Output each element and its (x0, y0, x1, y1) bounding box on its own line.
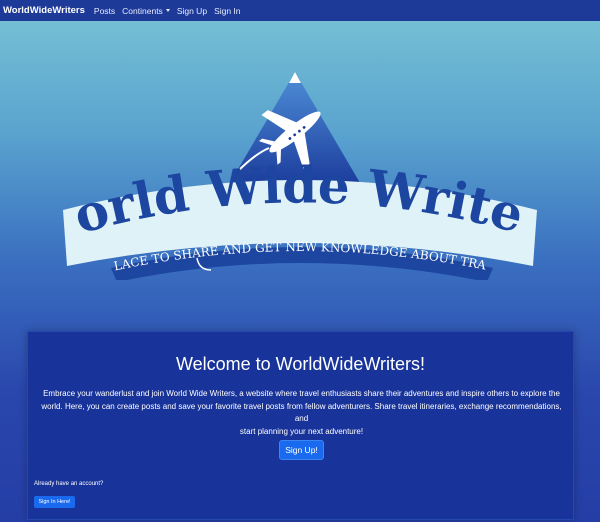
description-line: Embrace your wanderlust and join World W… (43, 389, 560, 398)
brand-link[interactable]: WorldWideWriters (3, 5, 85, 16)
world-wide-writers-logo: World Wide Writers A PLACE TO SHARE AND … (55, 70, 537, 280)
sign-up-button[interactable]: Sign Up! (279, 440, 324, 460)
description-line: start planning your next adventure! (239, 426, 364, 436)
nav-link-sign-in[interactable]: Sign In (214, 6, 240, 16)
caret-down-icon (165, 9, 170, 12)
nav-link-posts[interactable]: Posts (94, 6, 115, 16)
nav-link-sign-up[interactable]: Sign Up (177, 6, 207, 16)
welcome-heading: Welcome to WorldWideWriters! (175, 354, 426, 374)
top-navbar: WorldWideWriters Posts Continents Sign U… (0, 0, 600, 21)
welcome-description: Embrace your wanderlust and join World W… (38, 388, 565, 438)
already-have-account-text: Already have an account? (34, 481, 104, 487)
nav-dropdown-continents-label: Continents (122, 5, 163, 16)
description-line: world. Here, you can create posts and sa… (41, 401, 562, 424)
nav-dropdown-continents[interactable]: Continents (122, 6, 170, 16)
welcome-panel: Welcome to WorldWideWriters! Embrace you… (27, 331, 574, 520)
sign-in-here-button[interactable]: Sign In Here! (34, 496, 75, 508)
